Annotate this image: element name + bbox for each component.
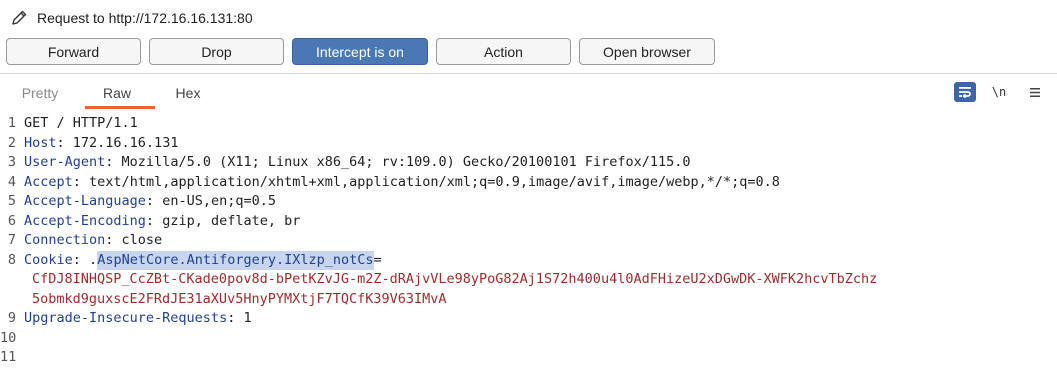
cookie-value-line: CfDJ8INHQSP_CcZBt-CKade0pov8d-bPetKZvJG-… <box>32 271 878 287</box>
request-line-text: GET / HTTP/1.1 <box>24 115 138 131</box>
header-line: 3 User-Agent: Mozilla/5.0 (X11; Linux x8… <box>0 153 1057 173</box>
line-number: 1 <box>7 115 16 131</box>
header-line: 4 Accept: text/html,application/xhtml+xm… <box>0 173 1057 193</box>
drop-button[interactable]: Drop <box>149 38 284 65</box>
header-value: gzip, deflate, br <box>154 212 301 229</box>
header-name: Accept-Language <box>24 193 146 209</box>
header-name: Accept-Encoding <box>24 212 146 229</box>
line-number: 10 <box>0 329 17 346</box>
cookie-name-selected[interactable]: AspNetCore.Antiforgery.IXlzp_notCs <box>97 250 374 270</box>
line-number: 7 <box>7 232 16 248</box>
request-line: 1 GET / HTTP/1.1 <box>0 114 1057 134</box>
line-number: 5 <box>7 193 16 209</box>
newline-toggle-icon[interactable]: \n <box>988 82 1010 102</box>
header-value: en-US,en;q=0.5 <box>154 193 276 209</box>
header-value: 172.16.16.131 <box>64 134 179 151</box>
pencil-icon <box>8 7 30 29</box>
forward-button[interactable]: Forward <box>6 38 141 65</box>
line-number: 11 <box>0 349 17 365</box>
line-number: 2 <box>7 134 16 151</box>
line-number: 4 <box>7 173 16 190</box>
header-value: Mozilla/5.0 (X11; Linux x86_64; rv:109.0… <box>113 154 691 170</box>
tab-raw[interactable]: Raw <box>82 78 152 108</box>
line-number: 6 <box>7 212 16 229</box>
word-wrap-icon[interactable] <box>954 82 976 102</box>
header-line: 6 Accept-Encoding: gzip, deflate, br <box>0 212 1057 232</box>
header-line: 9 Upgrade-Insecure-Requests: 1 <box>0 309 1057 329</box>
cookie-header-line: 8 Cookie: . AspNetCore.Antiforgery.IXlzp_… <box>0 250 1057 270</box>
empty-line: 11 <box>0 348 1057 368</box>
header-value: 1 <box>235 310 252 326</box>
action-button[interactable]: Action <box>436 38 571 65</box>
header-line: 5 Accept-Language: en-US,en;q=0.5 <box>0 192 1057 212</box>
header-name: Connection <box>24 232 106 248</box>
header-value: close <box>113 232 163 248</box>
header-value: . <box>80 251 98 268</box>
header-name: Host <box>24 134 57 151</box>
empty-line: 10 <box>0 329 1057 349</box>
header-line: 7 Connection: close <box>0 231 1057 251</box>
cookie-value-line: 5obmkd9guxscE2FRdJE31aXUv5HnyPYMXtjF7TQC… <box>32 290 447 307</box>
intercept-toggle-button[interactable]: Intercept is on <box>292 38 428 65</box>
tab-pretty[interactable]: Pretty <box>12 78 68 108</box>
line-number: 9 <box>7 310 16 326</box>
open-browser-button[interactable]: Open browser <box>579 38 715 65</box>
line-number: 8 <box>7 251 16 268</box>
header-name: Upgrade-Insecure-Requests <box>24 310 228 326</box>
header-name: User-Agent <box>24 154 106 170</box>
menu-icon[interactable] <box>1024 82 1046 102</box>
header-name: Cookie <box>24 251 73 268</box>
window-title-bar: Request to http://172.16.16.131:80 <box>0 0 1057 36</box>
header-line: 2 Host: 172.16.16.131 <box>0 134 1057 154</box>
line-number: 3 <box>7 154 16 170</box>
tab-hex[interactable]: Hex <box>162 78 214 108</box>
header-name: Accept <box>24 173 73 190</box>
active-tab-indicator <box>85 106 155 109</box>
raw-request-editor[interactable]: 1 GET / HTTP/1.1 2 Host: 172.16.16.131 3… <box>0 114 1057 387</box>
window-title: Request to http://172.16.16.131:80 <box>37 10 253 26</box>
cookie-equals: = <box>373 251 382 268</box>
header-value: text/html,application/xhtml+xml,applicat… <box>80 173 780 190</box>
toolbar-divider <box>0 73 1057 74</box>
